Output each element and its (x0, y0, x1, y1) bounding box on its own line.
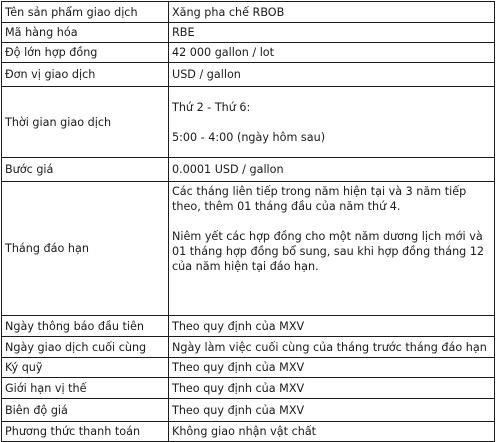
row-label: Ký quỹ (1, 357, 169, 378)
table-row: Tháng đáo hạn Các tháng liên tiếp trong … (1, 181, 495, 316)
row-value: Ngày làm việc cuối cùng của tháng trước … (168, 336, 495, 358)
value-line: Các tháng liên tiếp trong năm hiện tại v… (172, 185, 467, 198)
row-label: Tên sản phẩm giao dịch (1, 1, 169, 23)
value-line: Ngày làm việc cuối cùng của tháng trước … (172, 340, 487, 354)
row-label: Phương thức thanh toán (1, 421, 169, 442)
table-row: Phương thức thanh toán Không giao nhận v… (1, 421, 495, 442)
value-line: Không giao nhận vật chất (172, 425, 317, 438)
table-row: Ký quỹ Theo quy định của MXV (1, 357, 495, 378)
row-label: Tháng đáo hạn (1, 181, 169, 316)
table-row: Đơn vị giao dịch USD / gallon (1, 62, 495, 87)
value-line: Theo quy định của MXV (172, 361, 305, 374)
value-blank-line (172, 115, 491, 130)
value-line: 0.0001 USD / gallon (172, 163, 284, 176)
row-value: Theo quy định của MXV (168, 357, 495, 378)
row-value: Thứ 2 - Thứ 6: 5:00 - 4:00 (ngày hôm sau… (168, 86, 495, 158)
value-blank-line (172, 214, 491, 229)
spec-table-body: Tên sản phẩm giao dịch Xăng pha chế RBOB… (1, 1, 495, 442)
value-line: Theo quy định của MXV (172, 381, 305, 395)
row-value: Không giao nhận vật chất (168, 421, 495, 442)
row-value: Theo quy định của MXV (168, 377, 495, 399)
value-line: RBE (172, 26, 195, 39)
value-line: Niêm yết các hợp đồng cho một năm dương … (172, 230, 483, 243)
value-line: USD / gallon (172, 68, 241, 81)
table-row: Ngày thông báo đầu tiên Theo quy định củ… (1, 315, 495, 337)
row-label: Bước giá (1, 157, 169, 182)
table-row: Mã hàng hóa RBE (1, 22, 495, 43)
row-value: Xăng pha chế RBOB (168, 1, 495, 23)
row-label: Mã hàng hóa (1, 22, 169, 43)
contract-spec-table: Tên sản phẩm giao dịch Xăng pha chế RBOB… (1, 1, 495, 442)
row-value: RBE (168, 22, 495, 43)
table-row: Thời gian giao dịch Thứ 2 - Thứ 6: 5:00 … (1, 86, 495, 158)
row-value: Các tháng liên tiếp trong năm hiện tại v… (168, 181, 495, 316)
row-value: Theo quy định của MXV (168, 315, 495, 337)
row-label: Ngày giao dịch cuối cùng (1, 336, 169, 358)
row-value: Theo quy định của MXV (168, 398, 495, 422)
row-label: Giới hạn vị thế (1, 377, 169, 399)
row-label: Độ lớn hợp đồng (1, 42, 169, 63)
table-row: Biên độ giá Theo quy định của MXV (1, 398, 495, 422)
value-line: theo, thêm 01 tháng đầu của năm thứ 4. (172, 200, 401, 213)
row-value: 0.0001 USD / gallon (168, 157, 495, 182)
value-line: Theo quy định của MXV (172, 403, 305, 417)
value-line: Xăng pha chế RBOB (172, 5, 285, 19)
row-value: USD / gallon (168, 62, 495, 87)
table-row: Ngày giao dịch cuối cùng Ngày làm việc c… (1, 336, 495, 358)
value-line: Thứ 2 - Thứ 6: (172, 100, 251, 114)
row-label: Biên độ giá (1, 398, 169, 422)
table-row: Giới hạn vị thế Theo quy định của MXV (1, 377, 495, 399)
row-label: Thời gian giao dịch (1, 86, 169, 158)
value-line: 42 000 gallon / lot (172, 46, 275, 59)
value-line: của năm hiện tại đáo hạn. (172, 260, 319, 273)
row-label: Ngày thông báo đầu tiên (1, 315, 169, 337)
table-row: Tên sản phẩm giao dịch Xăng pha chế RBOB (1, 1, 495, 23)
row-label: Đơn vị giao dịch (1, 62, 169, 87)
value-line: Theo quy định của MXV (172, 319, 305, 333)
value-line: 01 tháng hợp đồng bổ sung, sau khi hợp đ… (172, 245, 485, 258)
table-row: Bước giá 0.0001 USD / gallon (1, 157, 495, 182)
value-line: 5:00 - 4:00 (ngày hôm sau) (172, 130, 326, 144)
row-value: 42 000 gallon / lot (168, 42, 495, 63)
table-row: Độ lớn hợp đồng 42 000 gallon / lot (1, 42, 495, 63)
